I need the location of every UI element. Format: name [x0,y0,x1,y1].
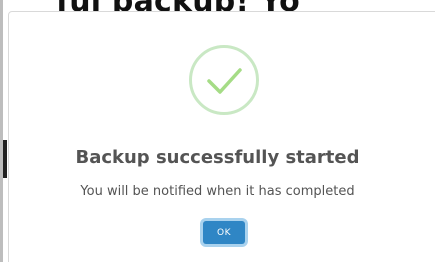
dialog-title: Backup successfully started [75,147,360,168]
background-window-edge [0,0,3,262]
page: ful backup! Yo Backup successfully start… [0,0,435,262]
ok-button[interactable]: OK [203,221,245,244]
dialog-message: You will be notified when it has complet… [80,184,355,199]
success-check-icon [189,45,259,115]
